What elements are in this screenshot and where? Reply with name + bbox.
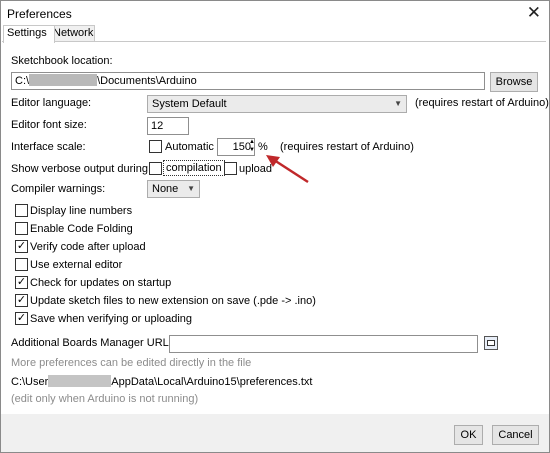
preferences-dialog: Preferences ✕ Settings Network Sketchboo… — [0, 0, 550, 453]
font-size-field[interactable]: 12 — [147, 117, 189, 135]
close-icon[interactable]: ✕ — [527, 3, 541, 23]
tab-network[interactable]: Network — [49, 25, 95, 42]
window-title: Preferences — [7, 7, 72, 21]
compiler-warnings-label: Compiler warnings: — [11, 183, 106, 195]
verbose-output-label: Show verbose output during: — [11, 163, 152, 175]
browse-button[interactable]: Browse — [490, 72, 538, 92]
font-size-label: Editor font size: — [11, 119, 87, 131]
use-external-editor-checkbox[interactable] — [15, 258, 28, 271]
editor-language-note: (requires restart of Arduino) — [415, 97, 549, 109]
prefs-path-prefix: C:\User — [11, 376, 49, 388]
more-preferences-note: More preferences can be edited directly … — [11, 357, 252, 369]
cancel-button[interactable]: Cancel — [492, 425, 539, 445]
window-icon[interactable] — [484, 336, 498, 350]
sketchbook-path-prefix: C:\ — [15, 75, 30, 87]
settings-panel: Sketchbook location: C:\ \Documents\Ardui… — [2, 41, 549, 415]
redacted-username — [29, 74, 98, 86]
upload-checkbox[interactable] — [224, 162, 237, 175]
prefs-path-suffix: AppData\Local\Arduino15\preferences.txt — [111, 376, 313, 388]
sketchbook-path-suffix: \Documents\Arduino — [97, 75, 197, 87]
tab-settings[interactable]: Settings — [3, 25, 55, 43]
update-sketch-extension-label: Update sketch files to new extension on … — [30, 295, 316, 307]
annotation-arrow-icon — [266, 155, 309, 184]
spinner-icon[interactable]: ▲ ▼ — [248, 138, 256, 154]
verify-after-upload-label: Verify code after upload — [30, 241, 146, 253]
interface-scale-label: Interface scale: — [11, 141, 86, 153]
boards-manager-urls-field[interactable] — [169, 335, 478, 353]
redacted-username — [48, 375, 112, 387]
check-updates-checkbox[interactable] — [15, 276, 28, 289]
button-bar: OK Cancel — [1, 414, 549, 452]
boards-manager-label: Additional Boards Manager URLs: — [11, 337, 178, 349]
compiler-warnings-select[interactable]: None ▼ — [147, 180, 200, 198]
edit-note: (edit only when Arduino is not running) — [11, 393, 199, 405]
chevron-down-icon: ▼ — [187, 184, 195, 193]
compilation-checkbox[interactable] — [149, 162, 162, 175]
spinner-up-icon[interactable]: ▲ — [248, 138, 256, 146]
ok-button[interactable]: OK — [454, 425, 483, 445]
enable-code-folding-checkbox[interactable] — [15, 222, 28, 235]
chevron-down-icon: ▼ — [394, 99, 402, 108]
sketchbook-path-field[interactable]: C:\ \Documents\Arduino — [11, 72, 485, 90]
use-external-editor-label: Use external editor — [30, 259, 123, 271]
compilation-label: compilation — [163, 160, 225, 176]
spinner-down-icon[interactable]: ▼ — [248, 146, 256, 154]
save-on-verify-label: Save when verifying or uploading — [30, 313, 193, 325]
title-bar: Preferences ✕ — [1, 1, 549, 25]
sketchbook-label: Sketchbook location: — [11, 55, 113, 67]
enable-code-folding-label: Enable Code Folding — [30, 223, 133, 235]
display-line-numbers-label: Display line numbers — [30, 205, 133, 217]
editor-language-label: Editor language: — [11, 97, 92, 109]
update-sketch-extension-checkbox[interactable] — [15, 294, 28, 307]
automatic-scale-checkbox[interactable] — [149, 140, 162, 153]
editor-language-select[interactable]: System Default ▼ — [147, 95, 407, 113]
display-line-numbers-checkbox[interactable] — [15, 204, 28, 217]
verify-after-upload-checkbox[interactable] — [15, 240, 28, 253]
automatic-scale-label: Automatic — [165, 141, 214, 153]
preferences-file-path: C:\User AppData\Local\Arduino15\preferenc… — [11, 375, 312, 388]
save-on-verify-checkbox[interactable] — [15, 312, 28, 325]
check-updates-label: Check for updates on startup — [30, 277, 172, 289]
compiler-warnings-value: None — [152, 183, 179, 195]
editor-language-value: System Default — [152, 98, 227, 110]
